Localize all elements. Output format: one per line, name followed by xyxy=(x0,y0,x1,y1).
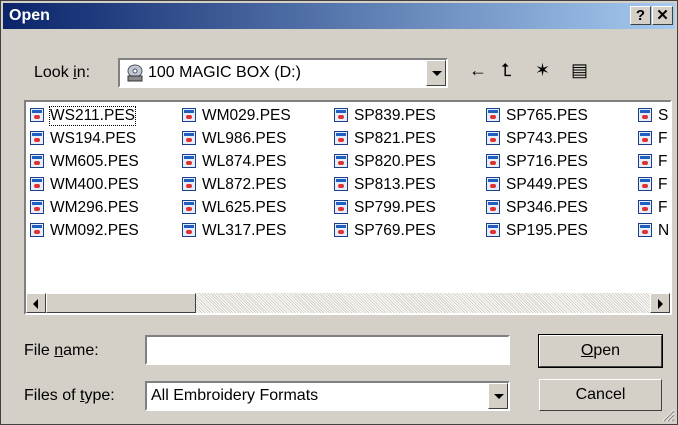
file-name: WS211.PES xyxy=(48,106,137,126)
scroll-left-button[interactable] xyxy=(26,293,46,313)
file-type-label: Files of type: xyxy=(24,387,115,404)
file-name: SP799.PES xyxy=(354,199,436,216)
open-button[interactable]: Open xyxy=(538,334,663,368)
pes-file-icon xyxy=(486,154,500,168)
file-name: SP765.PES xyxy=(506,107,588,124)
file-name: WL872.PES xyxy=(202,176,287,193)
open-dialog: Open ? ✕ Look in: 100 MAGIC BOX (D:) ← ⮤… xyxy=(0,0,678,425)
look-in-dropdown[interactable]: 100 MAGIC BOX (D:) xyxy=(118,58,448,88)
pes-file-icon xyxy=(30,154,44,168)
look-in-label: Look in: xyxy=(34,64,91,81)
help-button[interactable]: ? xyxy=(630,6,651,25)
dialog-title: Open xyxy=(9,7,50,24)
pes-file-icon xyxy=(182,200,196,214)
file-name: SP820.PES xyxy=(354,153,436,170)
file-name: WL874.PES xyxy=(202,153,287,170)
pes-file-icon xyxy=(334,154,348,168)
file-name-label: File name: xyxy=(24,342,99,359)
file-type-dropdown-arrow[interactable] xyxy=(488,383,508,409)
file-name: WS194.PES xyxy=(50,130,137,147)
pes-file-icon xyxy=(334,200,348,214)
file-name: WL625.PES xyxy=(202,199,287,216)
scroll-right-button[interactable] xyxy=(650,293,670,313)
file-name-input[interactable] xyxy=(145,335,510,365)
pes-file-icon xyxy=(182,154,196,168)
horizontal-scrollbar[interactable] xyxy=(26,293,670,313)
pes-file-icon xyxy=(30,131,44,145)
file-name: WM092.PES xyxy=(50,222,139,239)
cancel-button[interactable]: Cancel xyxy=(539,379,662,411)
file-name: SP195.PES xyxy=(506,222,588,239)
file-name: WM296.PES xyxy=(50,199,139,216)
file-list[interactable]: WS211.PES WS194.PES WM605.PES WM400.PES WM29… xyxy=(24,100,672,315)
file-name: SP813.PES xyxy=(354,176,436,193)
file-name: WL986.PES xyxy=(202,130,287,147)
up-folder-icon[interactable]: ⮤ xyxy=(501,60,512,81)
pes-file-icon xyxy=(486,200,500,214)
pes-file-icon xyxy=(486,223,500,237)
pes-file-icon xyxy=(638,154,652,168)
file-name: SP716.PES xyxy=(506,153,588,170)
new-folder-icon[interactable]: ✶ xyxy=(535,60,550,81)
pes-file-icon xyxy=(182,177,196,191)
pes-file-icon xyxy=(30,223,44,237)
file-name: WM400.PES xyxy=(50,176,139,193)
file-name: SP346.PES xyxy=(506,199,588,216)
pes-file-icon xyxy=(334,131,348,145)
file-name: WM605.PES xyxy=(50,153,139,170)
pes-file-icon xyxy=(30,108,44,122)
scroll-thumb[interactable] xyxy=(46,293,196,313)
file-name: SP449.PES xyxy=(506,176,588,193)
pes-file-icon xyxy=(30,177,44,191)
file-name: F xyxy=(658,199,668,216)
file-name: SP839.PES xyxy=(354,107,436,124)
look-in-value: 100 MAGIC BOX (D:) xyxy=(148,64,301,81)
file-type-value: All Embroidery Formats xyxy=(151,387,319,404)
pes-file-icon xyxy=(638,108,652,122)
file-name: F xyxy=(658,130,668,147)
pes-file-icon xyxy=(334,223,348,237)
pes-file-icon xyxy=(182,108,196,122)
pes-file-icon xyxy=(334,177,348,191)
file-name: SP743.PES xyxy=(506,130,588,147)
pes-file-icon xyxy=(638,200,652,214)
pes-file-icon xyxy=(182,131,196,145)
pes-file-icon xyxy=(182,223,196,237)
pes-file-icon xyxy=(486,131,500,145)
file-name: WL317.PES xyxy=(202,222,287,239)
file-name: F xyxy=(658,176,668,193)
file-name: WM029.PES xyxy=(202,107,291,124)
look-in-dropdown-arrow[interactable] xyxy=(426,60,446,86)
pes-file-icon xyxy=(30,200,44,214)
pes-file-icon xyxy=(486,108,500,122)
title-bar[interactable]: Open ? ✕ xyxy=(3,3,675,29)
disk-drive-icon xyxy=(125,64,145,82)
close-button[interactable]: ✕ xyxy=(652,6,673,25)
pes-file-icon xyxy=(334,108,348,122)
file-name: N xyxy=(658,222,670,239)
file-type-dropdown[interactable]: All Embroidery Formats xyxy=(145,381,510,411)
back-icon[interactable]: ← xyxy=(469,60,487,81)
pes-file-icon xyxy=(638,177,652,191)
file-name: SP821.PES xyxy=(354,130,436,147)
pes-file-icon xyxy=(638,131,652,145)
file-name: SP769.PES xyxy=(354,222,436,239)
file-name: S xyxy=(658,107,669,124)
view-menu-icon[interactable]: ▤ xyxy=(571,60,588,81)
pes-file-icon xyxy=(638,223,652,237)
pes-file-icon xyxy=(486,177,500,191)
resize-grip-icon[interactable] xyxy=(661,408,675,422)
file-name: F xyxy=(658,153,668,170)
